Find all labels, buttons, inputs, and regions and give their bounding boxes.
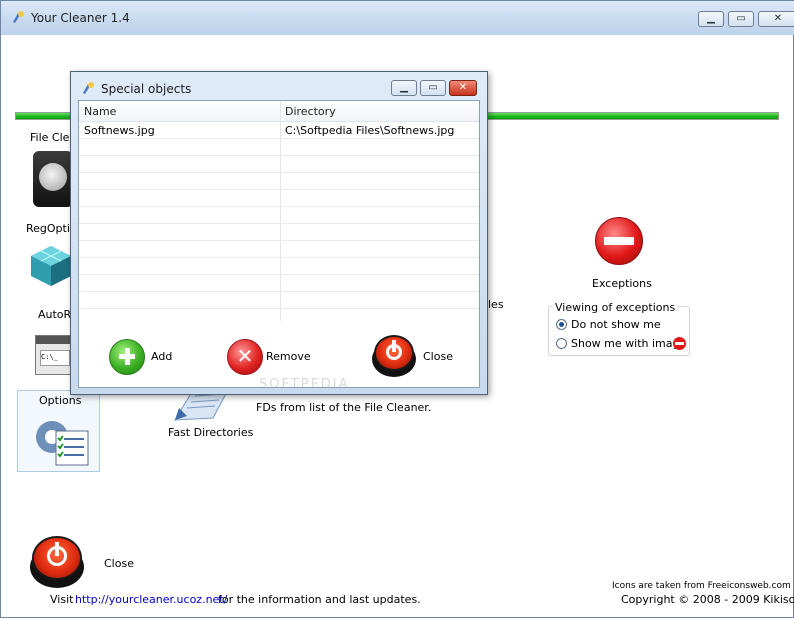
main-titlebar[interactable]: Your Cleaner 1.4 ▁ ▭ ✕ — [1, 1, 794, 35]
dialog-close-button[interactable]: ✕ — [449, 80, 477, 96]
close-icon: ✕ — [458, 82, 468, 93]
table-row[interactable] — [79, 156, 479, 173]
options-gear-checklist-icon — [30, 413, 90, 467]
sidebar-item-options[interactable]: Options — [17, 390, 100, 472]
column-header-name[interactable]: Name — [84, 105, 116, 118]
footer-visit-text: Visit — [50, 593, 74, 606]
grid-header: Name Directory — [79, 101, 479, 122]
homepage-link[interactable]: http://yourcleaner.ucoz.net/ — [75, 593, 227, 606]
dialog-title: Special objects — [101, 82, 192, 96]
table-row[interactable] — [79, 275, 479, 292]
table-row[interactable] — [79, 173, 479, 190]
viewing-exceptions-title: Viewing of exceptions — [553, 301, 678, 314]
maximize-button[interactable]: ▭ — [728, 11, 754, 27]
close-icon: ✕ — [773, 13, 783, 24]
fast-directories-label[interactable]: Fast Directories — [168, 426, 253, 439]
column-header-directory[interactable]: Directory — [285, 105, 336, 118]
table-row[interactable] — [79, 224, 479, 241]
main-window: Your Cleaner 1.4 ▁ ▭ ✕ File Clea RegOpti… — [0, 0, 794, 618]
window-title: Your Cleaner 1.4 — [31, 11, 130, 25]
fast-directories-description: FDs from list of the File Cleaner. — [256, 401, 432, 414]
dialog-minimize-button[interactable]: ▁ — [391, 80, 417, 96]
cell-name: Softnews.jpg — [84, 124, 155, 137]
maximize-icon: ▭ — [736, 13, 746, 24]
add-icon[interactable] — [109, 339, 145, 375]
footer-info-text: for the information and last updates. — [218, 593, 421, 606]
table-row[interactable] — [79, 139, 479, 156]
power-icon[interactable] — [32, 536, 82, 580]
registry-cube-icon[interactable] — [29, 244, 73, 288]
watermark: SOFTPEDIA — [259, 377, 350, 392]
sidebar-item-options-label: Options — [39, 394, 82, 407]
minimize-icon: ▁ — [400, 82, 408, 93]
footer-icons-credit: Icons are taken from Freeiconsweb.com — [612, 581, 791, 591]
add-button-label[interactable]: Add — [151, 350, 172, 363]
dialog-body: Name Directory Softnews.jpg C:\Softpedia… — [78, 100, 480, 392]
dialog-maximize-button[interactable]: ▭ — [420, 80, 446, 96]
file-cleaner-icon[interactable] — [33, 151, 73, 207]
maximize-icon: ▭ — [428, 82, 438, 93]
dialog-logo-icon — [81, 81, 95, 95]
radio-do-not-show[interactable] — [556, 319, 567, 330]
dialog-close-label[interactable]: Close — [423, 350, 453, 363]
minimize-button[interactable]: ▁ — [698, 11, 724, 27]
small-exception-icon — [673, 337, 686, 350]
radio-do-not-show-label[interactable]: Do not show me — [571, 318, 661, 331]
table-row[interactable] — [79, 207, 479, 224]
viewing-exceptions-group: Viewing of exceptions Do not show me Sho… — [548, 301, 690, 356]
cell-directory: C:\Softpedia Files\Softnews.jpg — [285, 124, 455, 137]
table-row[interactable] — [79, 190, 479, 207]
run-dialog-icon[interactable]: C:\_ — [35, 335, 75, 375]
table-row[interactable] — [79, 292, 479, 309]
table-row[interactable] — [79, 258, 479, 275]
footer-copyright: Copyright © 2008 - 2009 Kikisoft — [621, 593, 794, 606]
radio-show-with-image-label[interactable]: Show me with image — [571, 337, 686, 350]
close-window-button[interactable]: ✕ — [758, 11, 794, 27]
table-row[interactable]: Softnews.jpg C:\Softpedia Files\Softnews… — [79, 122, 479, 139]
remove-icon[interactable]: ✕ — [227, 339, 263, 375]
partial-label: les — [488, 298, 504, 311]
exceptions-label[interactable]: Exceptions — [592, 277, 652, 290]
minimize-icon: ▁ — [707, 13, 715, 24]
power-icon[interactable] — [374, 335, 414, 371]
app-logo-icon — [11, 10, 25, 24]
special-objects-dialog: Special objects ▁ ▭ ✕ Name Directory Sof… — [70, 71, 488, 395]
exceptions-icon[interactable] — [595, 217, 643, 265]
close-label[interactable]: Close — [104, 557, 134, 570]
table-row[interactable] — [79, 241, 479, 258]
radio-show-with-image[interactable] — [556, 338, 567, 349]
remove-button-label[interactable]: Remove — [266, 350, 311, 363]
